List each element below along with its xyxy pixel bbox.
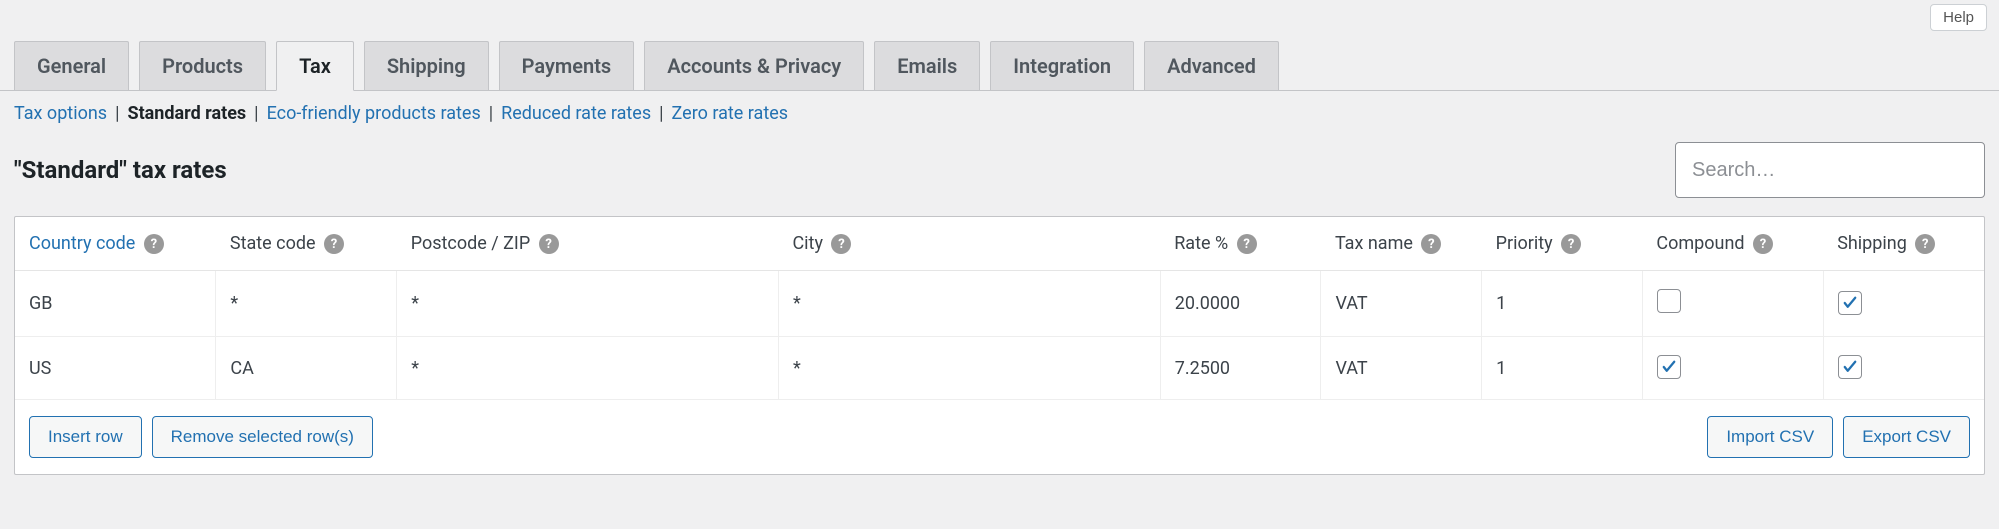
cell-shipping bbox=[1823, 271, 1984, 337]
table-row[interactable]: GB***20.0000VAT1 bbox=[15, 271, 1984, 337]
col-label: Postcode / ZIP bbox=[411, 233, 530, 254]
tab-general[interactable]: General bbox=[14, 41, 129, 90]
subnav-current: Standard rates bbox=[127, 103, 246, 124]
subnav-link[interactable]: Tax options bbox=[14, 103, 107, 124]
help-icon[interactable]: ? bbox=[1237, 234, 1257, 254]
help-icon[interactable]: ? bbox=[1561, 234, 1581, 254]
tab-products[interactable]: Products bbox=[139, 41, 266, 90]
shipping-checkbox[interactable] bbox=[1838, 355, 1862, 379]
search-input[interactable] bbox=[1675, 142, 1985, 198]
tab-integration[interactable]: Integration bbox=[990, 41, 1134, 90]
col-header-city: City ? bbox=[778, 217, 1160, 271]
col-label: City bbox=[792, 233, 823, 254]
col-header-compound: Compound ? bbox=[1642, 217, 1823, 271]
tab-shipping[interactable]: Shipping bbox=[364, 41, 489, 90]
help-icon[interactable]: ? bbox=[1421, 234, 1441, 254]
cell-rate[interactable]: 7.2500 bbox=[1160, 337, 1321, 400]
col-header-country[interactable]: Country code ? bbox=[15, 217, 216, 271]
cell-city[interactable]: * bbox=[778, 271, 1160, 337]
col-label: Priority bbox=[1496, 233, 1553, 254]
subnav-link[interactable]: Reduced rate rates bbox=[501, 103, 651, 124]
cell-country[interactable]: GB bbox=[15, 271, 216, 337]
cell-rate[interactable]: 20.0000 bbox=[1160, 271, 1321, 337]
tab-accounts-privacy[interactable]: Accounts & Privacy bbox=[644, 41, 864, 90]
help-icon[interactable]: ? bbox=[144, 234, 164, 254]
tax-sub-nav: Tax options | Standard rates | Eco-friendly … bbox=[0, 91, 1999, 142]
help-icon[interactable]: ? bbox=[1915, 234, 1935, 254]
col-header-priority: Priority ? bbox=[1482, 217, 1643, 271]
cell-country[interactable]: US bbox=[15, 337, 216, 400]
tab-advanced[interactable]: Advanced bbox=[1144, 41, 1279, 90]
help-icon[interactable]: ? bbox=[831, 234, 851, 254]
table-row[interactable]: USCA**7.2500VAT1 bbox=[15, 337, 1984, 400]
help-icon[interactable]: ? bbox=[324, 234, 344, 254]
tax-rates-table: Country code ? State code ? Postcode / Z… bbox=[14, 216, 1985, 475]
cell-priority[interactable]: 1 bbox=[1482, 337, 1643, 400]
col-header-postcode: Postcode / ZIP ? bbox=[397, 217, 779, 271]
shipping-checkbox[interactable] bbox=[1838, 291, 1862, 315]
col-label: Shipping bbox=[1837, 233, 1907, 254]
cell-compound bbox=[1642, 271, 1823, 337]
cell-postcode[interactable]: * bbox=[397, 271, 779, 337]
cell-taxname[interactable]: VAT bbox=[1321, 337, 1482, 400]
cell-priority[interactable]: 1 bbox=[1482, 271, 1643, 337]
col-label: Tax name bbox=[1335, 233, 1413, 254]
col-label: Rate % bbox=[1174, 233, 1228, 254]
cell-state[interactable]: CA bbox=[216, 337, 397, 400]
separator: | bbox=[489, 103, 493, 124]
separator: | bbox=[254, 103, 258, 124]
compound-checkbox[interactable] bbox=[1657, 355, 1681, 379]
tab-payments[interactable]: Payments bbox=[499, 41, 635, 90]
import-csv-button[interactable]: Import CSV bbox=[1707, 416, 1833, 458]
tab-tax[interactable]: Tax bbox=[276, 41, 354, 91]
cell-postcode[interactable]: * bbox=[397, 337, 779, 400]
col-label: State code bbox=[230, 233, 316, 254]
cell-state[interactable]: * bbox=[216, 271, 397, 337]
compound-checkbox[interactable] bbox=[1657, 289, 1681, 313]
col-header-taxname: Tax name ? bbox=[1321, 217, 1482, 271]
remove-rows-button[interactable]: Remove selected row(s) bbox=[152, 416, 373, 458]
cell-taxname[interactable]: VAT bbox=[1321, 271, 1482, 337]
cell-city[interactable]: * bbox=[778, 337, 1160, 400]
insert-row-button[interactable]: Insert row bbox=[29, 416, 142, 458]
col-header-state: State code ? bbox=[216, 217, 397, 271]
subnav-link[interactable]: Zero rate rates bbox=[672, 103, 789, 124]
col-header-shipping: Shipping ? bbox=[1823, 217, 1984, 271]
tab-emails[interactable]: Emails bbox=[874, 41, 980, 90]
page-title: "Standard" tax rates bbox=[14, 156, 227, 184]
help-button[interactable]: Help bbox=[1930, 4, 1987, 31]
col-label: Country code bbox=[29, 233, 135, 254]
export-csv-button[interactable]: Export CSV bbox=[1843, 416, 1970, 458]
help-icon[interactable]: ? bbox=[539, 234, 559, 254]
settings-tabs: GeneralProductsTaxShippingPaymentsAccoun… bbox=[0, 41, 1999, 91]
separator: | bbox=[659, 103, 663, 124]
cell-shipping bbox=[1823, 337, 1984, 400]
separator: | bbox=[115, 103, 119, 124]
col-label: Compound bbox=[1656, 233, 1744, 254]
cell-compound bbox=[1642, 337, 1823, 400]
col-header-rate: Rate % ? bbox=[1160, 217, 1321, 271]
subnav-link[interactable]: Eco-friendly products rates bbox=[267, 103, 481, 124]
help-icon[interactable]: ? bbox=[1753, 234, 1773, 254]
